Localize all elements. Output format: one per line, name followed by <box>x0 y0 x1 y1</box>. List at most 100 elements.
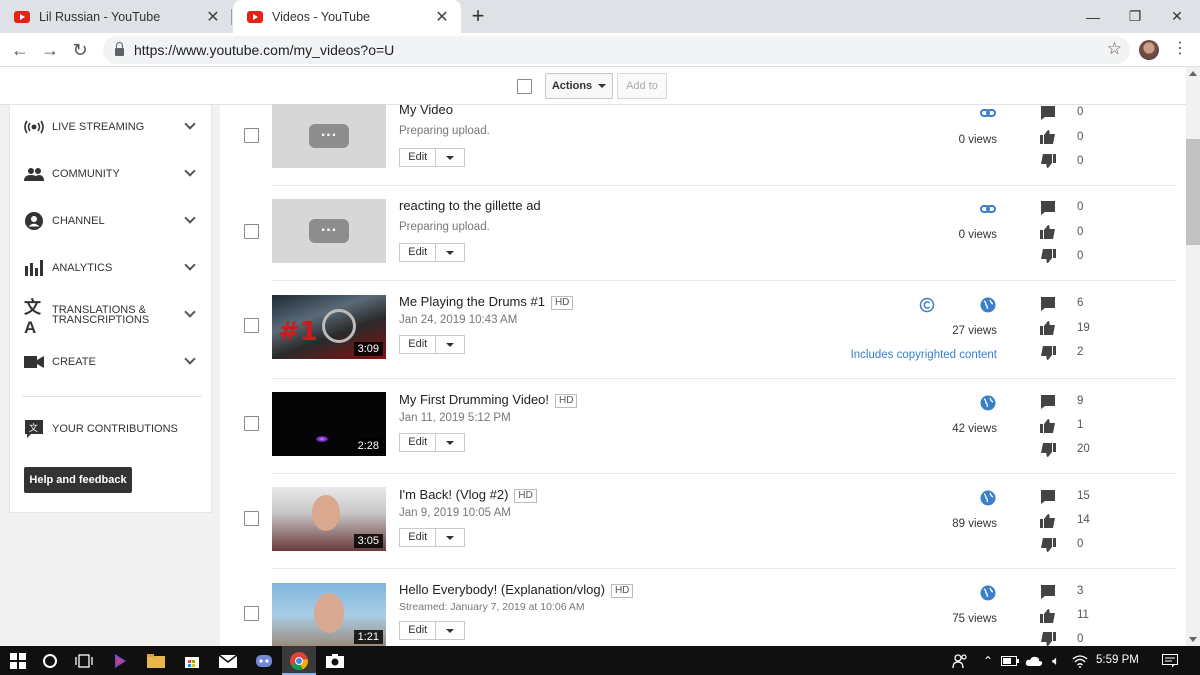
youtube-favicon-icon <box>14 10 30 23</box>
video-title[interactable]: Me Playing the Drums #1 HD <box>399 294 574 310</box>
edit-dropdown-button[interactable] <box>436 622 464 639</box>
chevron-down-icon[interactable] <box>184 353 196 365</box>
reload-icon[interactable]: ↻ <box>68 38 92 62</box>
comment-count: 9 <box>1077 395 1084 407</box>
sidebar-item-your-contributions[interactable]: 文 YOUR CONTRIBUTIONS <box>10 414 213 444</box>
copyright-icon[interactable] <box>919 297 935 313</box>
people-icon[interactable] <box>950 651 970 671</box>
scroll-up-arrow-icon[interactable] <box>1189 71 1197 76</box>
video-thumbnail[interactable]: ... <box>272 199 386 263</box>
community-icon <box>24 164 44 184</box>
url-text[interactable]: https://www.youtube.com/my_videos?o=U <box>134 42 394 58</box>
video-thumbnail[interactable]: ... <box>272 104 386 168</box>
new-tab-button[interactable]: + <box>466 4 490 28</box>
chevron-up-icon[interactable]: ⌃ <box>978 651 998 671</box>
video-title[interactable]: My Video <box>399 102 453 117</box>
action-center-icon[interactable] <box>1160 651 1180 671</box>
edit-button-group[interactable]: Edit <box>399 335 465 354</box>
sidebar-item-live-streaming[interactable]: LIVE STREAMING <box>10 112 213 142</box>
photos-icon[interactable] <box>325 651 345 671</box>
edit-button-group[interactable]: Edit <box>399 243 465 262</box>
profile-avatar[interactable] <box>1139 40 1159 60</box>
video-title[interactable]: reacting to the gillette ad <box>399 198 541 213</box>
close-window-button[interactable]: ✕ <box>1156 0 1198 33</box>
discord-icon[interactable] <box>254 651 274 671</box>
clock-time[interactable]: 5:59 PM <box>1096 654 1139 666</box>
chrome-icon[interactable] <box>289 651 309 671</box>
thumbnail-art <box>314 593 344 633</box>
browser-tab-lil-russian[interactable]: Lil Russian - YouTube ✕ <box>0 0 232 33</box>
page-scrollbar[interactable] <box>1186 67 1200 646</box>
actions-dropdown-button[interactable]: Actions <box>545 73 613 99</box>
edit-button-group[interactable]: Edit <box>399 433 465 452</box>
chevron-down-icon[interactable] <box>184 306 196 318</box>
onedrive-cloud-icon[interactable] <box>1024 651 1044 671</box>
edit-button-group[interactable]: Edit <box>399 528 465 547</box>
chevron-down-icon[interactable] <box>184 165 196 177</box>
edit-button[interactable]: Edit <box>400 434 437 451</box>
bookmark-star-icon[interactable]: ☆ <box>1107 39 1122 59</box>
video-duration: 2:28 <box>353 439 383 453</box>
edit-button[interactable]: Edit <box>400 336 437 353</box>
help-and-feedback-button[interactable]: Help and feedback <box>24 467 132 493</box>
chevron-down-icon[interactable] <box>184 118 196 130</box>
close-tab-icon[interactable]: ✕ <box>433 7 451 27</box>
address-bar[interactable]: https://www.youtube.com/my_videos?o=U ☆ <box>103 36 1130 64</box>
video-checkbox[interactable] <box>244 416 259 431</box>
edit-dropdown-button[interactable] <box>436 149 464 166</box>
volume-icon[interactable]: 🔈︎ <box>1046 651 1066 671</box>
scroll-down-arrow-icon[interactable] <box>1189 637 1197 642</box>
close-tab-icon[interactable]: ✕ <box>204 7 222 27</box>
media-player-icon[interactable] <box>110 651 130 671</box>
video-thumbnail[interactable]: #1 3:09 <box>272 295 386 359</box>
browser-tab-strip: Lil Russian - YouTube ✕ Videos - YouTube… <box>0 0 1200 33</box>
video-thumbnail[interactable]: 3:05 <box>272 487 386 551</box>
sidebar-item-channel[interactable]: CHANNEL <box>10 206 213 236</box>
store-icon[interactable] <box>182 651 202 671</box>
file-explorer-icon[interactable] <box>146 651 166 671</box>
video-title[interactable]: Hello Everybody! (Explanation/vlog) HD <box>399 582 634 598</box>
copyright-claim-link[interactable]: Includes copyrighted content <box>851 349 997 361</box>
mail-icon[interactable] <box>218 651 238 671</box>
thumbs-down-icon <box>1041 443 1056 457</box>
forward-arrow-icon[interactable]: → <box>38 38 62 62</box>
video-checkbox[interactable] <box>244 224 259 239</box>
video-title[interactable]: My First Drumming Video! HD <box>399 392 578 408</box>
video-thumbnail[interactable]: 2:28 <box>272 392 386 456</box>
edit-dropdown-button[interactable] <box>436 244 464 261</box>
edit-button[interactable]: Edit <box>400 244 437 261</box>
video-checkbox[interactable] <box>244 606 259 621</box>
battery-icon[interactable] <box>1000 651 1020 671</box>
back-arrow-icon[interactable]: ← <box>8 38 32 62</box>
sidebar-item-translations[interactable]: 文A TRANSLATIONS & TRANSCRIPTIONS <box>10 298 213 337</box>
edit-button[interactable]: Edit <box>400 622 437 639</box>
video-title[interactable]: I'm Back! (Vlog #2) HD <box>399 487 537 503</box>
restore-button[interactable]: ❐ <box>1114 0 1156 33</box>
sidebar-item-analytics[interactable]: ANALYTICS <box>10 253 213 283</box>
add-to-button[interactable]: Add to <box>617 73 667 99</box>
minimize-button[interactable]: — <box>1072 0 1114 33</box>
edit-button[interactable]: Edit <box>400 149 437 166</box>
edit-button[interactable]: Edit <box>400 529 437 546</box>
edit-dropdown-button[interactable] <box>436 434 464 451</box>
video-checkbox[interactable] <box>244 318 259 333</box>
edit-button-group[interactable]: Edit <box>399 621 465 640</box>
edit-dropdown-button[interactable] <box>436 336 464 353</box>
sidebar-item-create[interactable]: CREATE <box>10 347 213 377</box>
video-checkbox[interactable] <box>244 128 259 143</box>
edit-button-group[interactable]: Edit <box>399 148 465 167</box>
browser-menu-icon[interactable]: ⋮ <box>1172 38 1188 58</box>
video-thumbnail[interactable]: 1:21 <box>272 583 386 646</box>
sidebar-item-community[interactable]: COMMUNITY <box>10 159 213 189</box>
chevron-down-icon[interactable] <box>184 259 196 271</box>
windows-start-icon[interactable] <box>8 651 28 671</box>
video-checkbox[interactable] <box>244 511 259 526</box>
chevron-down-icon[interactable] <box>184 212 196 224</box>
edit-dropdown-button[interactable] <box>436 529 464 546</box>
task-view-icon[interactable] <box>74 651 94 671</box>
wifi-icon[interactable] <box>1070 651 1090 671</box>
select-all-checkbox[interactable] <box>517 79 532 94</box>
cortana-search-icon[interactable] <box>40 651 60 671</box>
scrollbar-thumb[interactable] <box>1186 139 1200 245</box>
browser-tab-videos[interactable]: Videos - YouTube ✕ <box>233 0 461 33</box>
